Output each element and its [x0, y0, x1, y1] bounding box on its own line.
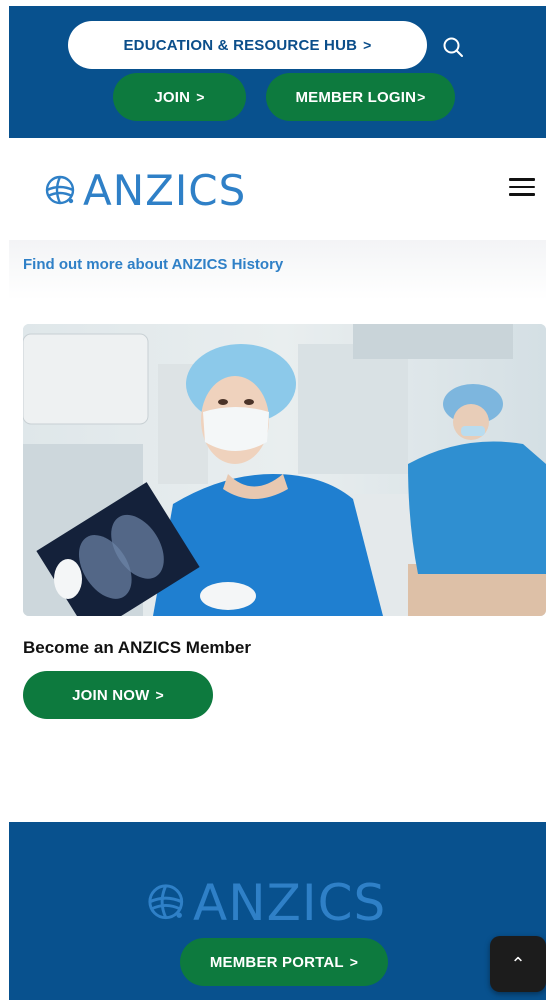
back-to-top-button[interactable]: ⌃: [490, 936, 546, 992]
chevron-right-icon: >: [196, 89, 205, 105]
member-login-button[interactable]: MEMBER LOGIN >: [266, 73, 455, 121]
anzics-history-link[interactable]: Find out more about ANZICS History: [23, 256, 283, 273]
globe-logo-icon: [45, 175, 75, 204]
member-hero-image: [23, 324, 546, 616]
join-button[interactable]: JOIN >: [113, 73, 246, 121]
logo-text: ANZICS: [83, 166, 247, 215]
nurse-illustration: [23, 324, 546, 616]
globe-logo-icon: [148, 884, 184, 920]
join-now-button[interactable]: JOIN NOW >: [23, 671, 213, 719]
chevron-right-icon: >: [155, 687, 164, 703]
become-member-heading: Become an ANZICS Member: [23, 638, 251, 657]
hamburger-menu-icon[interactable]: [509, 178, 535, 198]
search-icon[interactable]: [442, 36, 464, 58]
member-login-label: MEMBER LOGIN: [295, 88, 417, 106]
chevron-up-icon: ⌃: [510, 953, 526, 974]
member-portal-label: MEMBER PORTAL: [209, 953, 344, 971]
chevron-right-icon: >: [349, 954, 359, 970]
education-resource-hub-button[interactable]: EDUCATION & RESOURCE HUB >: [68, 21, 427, 69]
footer-anzics-logo[interactable]: ANZICS: [145, 874, 386, 932]
join-now-label: JOIN NOW: [72, 686, 150, 704]
join-label: JOIN: [154, 88, 191, 106]
member-portal-button[interactable]: MEMBER PORTAL >: [180, 938, 388, 986]
anzics-logo[interactable]: ANZICS: [43, 166, 246, 215]
site-header: ANZICS: [9, 138, 546, 240]
chevron-right-icon: >: [417, 89, 426, 105]
footer-logo-text: ANZICS: [193, 874, 387, 932]
education-resource-hub-label: EDUCATION & RESOURCE HUB: [123, 36, 358, 54]
chevron-right-icon: >: [363, 37, 372, 53]
